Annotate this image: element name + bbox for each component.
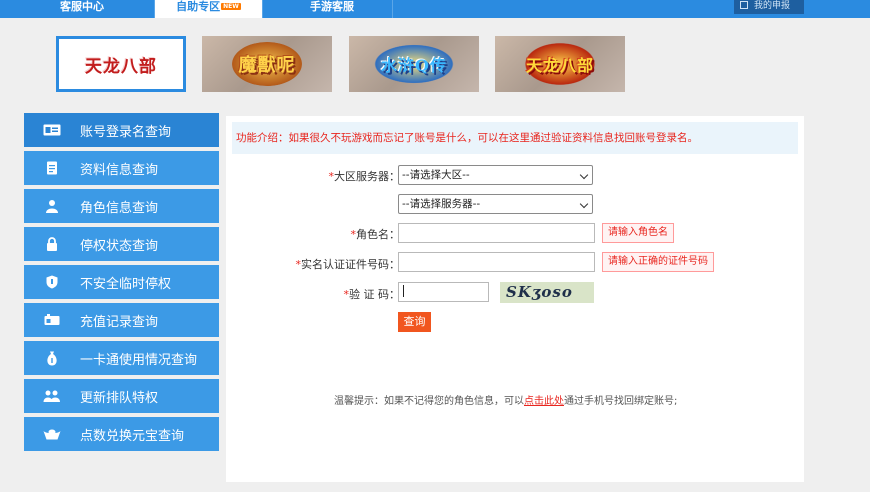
tab-mobile-service[interactable]: 手游客服 (282, 0, 382, 18)
sidebar-item-queue-privilege[interactable]: 更新排队特权 (24, 379, 219, 413)
tab-divider (262, 0, 263, 18)
captcha-image[interactable]: SKʒoso (500, 282, 594, 303)
sidebar-item-profile[interactable]: 资料信息查询 (24, 151, 219, 185)
id-number-hint: 请输入正确的证件号码 (602, 252, 714, 272)
ingot-icon (24, 429, 80, 440)
sidebar-item-card-usage[interactable]: 一卡通使用情况查询 (24, 341, 219, 375)
sidebar-item-points-exchange[interactable]: 点数兑换元宝查询 (24, 417, 219, 451)
region-label: *大区服务器： (328, 170, 401, 183)
role-label: *角色名： (350, 228, 401, 241)
help-tip: 温馨提示：如果不记得您的角色信息，可以点击此处通过手机号找回绑定账号; (334, 396, 678, 407)
lock-icon (24, 237, 80, 251)
new-badge: NEW (221, 3, 241, 10)
sidebar-item-unsafe-suspension[interactable]: 不安全临时停权 (24, 265, 219, 299)
document-icon (24, 161, 80, 175)
game-logo-tianlong: 天龙八部 (85, 56, 157, 77)
captcha-input[interactable] (398, 282, 489, 302)
game-logo-tianlong-2: 天龙八部 (525, 56, 594, 75)
id-number-input[interactable] (398, 252, 595, 272)
list-icon (740, 1, 748, 9)
feature-intro: 功能介绍：如果很久不玩游戏而忘记了账号是什么，可以在这里通过验证资料信息找回账号… (232, 122, 798, 154)
main-panel: 功能介绍：如果很久不玩游戏而忘记了账号是什么，可以在这里通过验证资料信息找回账号… (226, 116, 804, 482)
tab-customer-service[interactable]: 客服中心 (32, 0, 132, 18)
card-icon (24, 314, 80, 326)
role-hint: 请输入角色名 (602, 223, 674, 243)
sidebar-item-suspension[interactable]: 停权状态查询 (24, 227, 219, 261)
money-bag-icon (24, 351, 80, 366)
tab-divider (392, 0, 393, 18)
shield-icon (24, 275, 80, 289)
chevron-down-icon (579, 170, 589, 180)
game-logo-mohun: 魔獸呢 (238, 55, 296, 76)
game-banner-shuihu[interactable]: 水浒Q传 (349, 36, 479, 92)
sidebar-item-recharge[interactable]: 充值记录查询 (24, 303, 219, 337)
sidebar-item-role[interactable]: 角色信息查询 (24, 189, 219, 223)
region-select[interactable]: --请选择大区-- (398, 165, 593, 185)
query-button[interactable]: 查询 (398, 312, 431, 332)
user-icon (24, 199, 80, 213)
click-here-link[interactable]: 点击此处 (524, 396, 564, 407)
text-cursor (403, 285, 404, 297)
group-icon (24, 390, 80, 402)
id-number-label: *实名认证证件号码： (295, 258, 401, 271)
chevron-down-icon (579, 199, 589, 209)
game-logo-shuihu: 水浒Q传 (381, 56, 447, 75)
server-select[interactable]: --请选择服务器-- (398, 194, 593, 214)
top-nav: 客服中心 自助专区 NEW 手游客服 我的申报 (0, 0, 870, 18)
id-card-icon (24, 124, 80, 136)
role-name-input[interactable] (398, 223, 595, 243)
game-banner-tianlong-2[interactable]: 天龙八部 (495, 36, 625, 92)
game-banner-tianlong[interactable]: 天龙八部 (56, 36, 186, 92)
sidebar-item-account-login[interactable]: 账号登录名查询 (24, 113, 219, 147)
captcha-label: *验 证 码： (343, 288, 401, 301)
my-order-button[interactable]: 我的申报 (734, 0, 804, 14)
tab-self-service[interactable]: 自助专区 NEW (155, 0, 262, 18)
game-banner-mohun[interactable]: 魔獸呢 (202, 36, 332, 92)
